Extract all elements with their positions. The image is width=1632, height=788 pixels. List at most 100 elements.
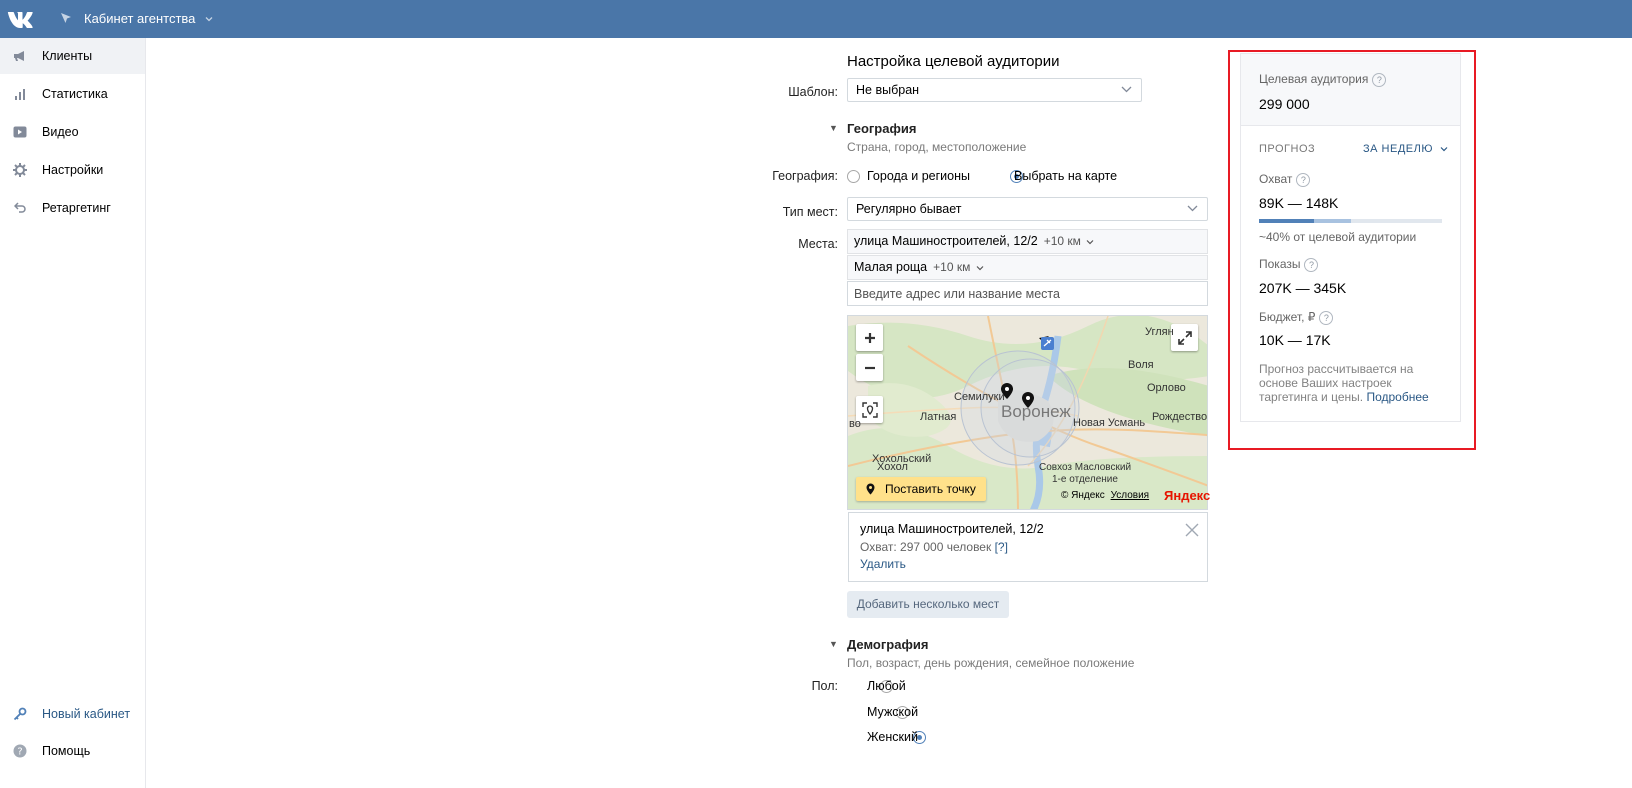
forecast-note-line: Прогноз рассчитывается на: [1259, 362, 1414, 376]
svg-text:?: ?: [17, 747, 22, 758]
video-icon: [12, 124, 28, 140]
help-icon[interactable]: ?: [1319, 310, 1334, 325]
selected-place-reach: Охват: 297 000 человек [?]: [860, 540, 1008, 554]
map-label-city: Воронеж: [1001, 402, 1071, 421]
map-label: Воля: [1128, 359, 1154, 371]
radio-gender-any-label[interactable]: Любой: [867, 679, 906, 693]
gear-icon: [12, 162, 28, 178]
top-bar: Кабинет агентства: [0, 0, 1632, 38]
map-label: Хохол: [877, 461, 908, 473]
megaphone-icon: [12, 48, 28, 64]
help-icon[interactable]: ?: [1372, 72, 1387, 87]
yandex-logo[interactable]: Яндекс: [1164, 488, 1210, 503]
map-terms-link[interactable]: Условия: [1111, 490, 1150, 501]
chevron-down-icon: [1440, 147, 1447, 152]
reach-value: 89K — 148K: [1259, 195, 1339, 211]
forecast-note-line: основе Ваших настроек: [1259, 376, 1392, 390]
bar-chart-icon: [12, 86, 28, 102]
sidebar-item-statistics[interactable]: Статистика: [0, 76, 145, 112]
forecast-panel: Целевая аудитория? 299 000 ПРОГНОЗ ЗА НЕ…: [1240, 53, 1461, 422]
put-point-label: Поставить точку: [885, 482, 976, 496]
page-title: Настройка целевой аудитории: [847, 53, 1060, 70]
geography-heading[interactable]: География: [847, 121, 916, 136]
address-input[interactable]: [847, 281, 1208, 306]
gender-label: Пол:: [811, 679, 838, 693]
impressions-label-text: Показы: [1259, 257, 1301, 271]
add-multiple-places-button[interactable]: Добавить несколько мест: [847, 591, 1009, 618]
period-dropdown[interactable]: ЗА НЕДЕЛЮ: [1363, 143, 1448, 155]
place-type-select[interactable]: Регулярно бывает: [847, 197, 1208, 221]
chevron-down-icon[interactable]: [976, 265, 984, 271]
reach-help-link[interactable]: [?]: [995, 540, 1008, 554]
chevron-down-icon: [1187, 205, 1198, 212]
budget-value: 10K — 17K: [1259, 332, 1331, 348]
sidebar-item-new-cabinet[interactable]: Новый кабинет: [0, 696, 145, 732]
place-row[interactable]: улица Машиностроителей, 12/2 +10 км: [847, 229, 1208, 254]
impressions-label: Показы?: [1259, 257, 1319, 272]
zoom-in-button[interactable]: [856, 324, 883, 351]
place-name: улица Машиностроителей, 12/2: [854, 234, 1038, 248]
cabinet-title[interactable]: Кабинет агентства: [84, 11, 195, 26]
cursor-arrow-icon: [61, 13, 71, 23]
close-icon[interactable]: [1185, 523, 1199, 537]
yandex-logo-text: Яндекс: [1164, 488, 1211, 503]
sidebar-item-clients[interactable]: Клиенты: [0, 38, 145, 74]
fullscreen-button[interactable]: [1171, 324, 1198, 351]
delete-place-link[interactable]: Удалить: [860, 557, 906, 571]
radio-cities-label[interactable]: Города и регионы: [867, 169, 970, 183]
budget-label: Бюджет, ₽?: [1259, 310, 1334, 325]
sidebar-item-label: Настройки: [42, 163, 104, 177]
sidebar-item-label: Видео: [42, 125, 79, 139]
help-icon[interactable]: ?: [1304, 257, 1319, 272]
chevron-down-icon[interactable]: [205, 16, 213, 22]
vk-logo-icon[interactable]: [7, 9, 35, 29]
map-label: Совхоз Масловский: [1039, 462, 1132, 473]
help-icon: ?: [12, 743, 28, 759]
map-label: Углян: [1145, 326, 1174, 338]
collapse-triangle-icon[interactable]: ▼: [829, 639, 838, 649]
reach-label-text: Охват: [1259, 172, 1293, 186]
geography-subheading: Страна, город, местоположение: [847, 140, 1027, 154]
sidebar-item-video[interactable]: Видео: [0, 114, 145, 150]
impressions-value: 207K — 345K: [1259, 280, 1347, 296]
demography-heading[interactable]: Демография: [847, 637, 928, 652]
sidebar-item-label: Помощь: [42, 744, 91, 758]
map-label: 1-е отделение: [1052, 474, 1118, 485]
forecast-note: Прогноз рассчитывается на основе Ваших н…: [1259, 362, 1429, 404]
sidebar-item-settings[interactable]: Настройки: [0, 152, 145, 188]
zoom-out-button[interactable]: [856, 354, 883, 381]
template-label: Шаблон:: [788, 85, 838, 99]
radio-gender-male-label[interactable]: Мужской: [867, 705, 918, 719]
reach-bar-low: [1259, 219, 1314, 223]
radio-map-label[interactable]: Выбрать на карте: [1014, 169, 1117, 183]
place-row[interactable]: Малая роща +10 км: [847, 255, 1208, 280]
sidebar-item-label: Ретаргетинг: [42, 201, 111, 215]
place-radius-dropdown[interactable]: +10 км: [1044, 234, 1081, 248]
copyright-text: © Яндекс: [1061, 490, 1105, 501]
chevron-down-icon: [1121, 86, 1132, 93]
map-label: во: [849, 418, 861, 430]
sidebar-item-retargeting[interactable]: Ретаргетинг: [0, 190, 145, 226]
places-label: Места:: [798, 237, 838, 251]
more-link[interactable]: Подробнее: [1366, 390, 1428, 404]
collapse-triangle-icon[interactable]: ▼: [829, 123, 838, 133]
forecast-label: ПРОГНОЗ: [1259, 143, 1316, 155]
undo-arrow-icon: [12, 200, 28, 216]
radio-gender-female-label[interactable]: Женский: [867, 730, 918, 744]
map-label: Орлово: [1147, 382, 1186, 394]
radio-cities[interactable]: [847, 170, 860, 183]
place-radius-dropdown[interactable]: +10 км: [933, 260, 970, 274]
reach-note: ~40% от целевой аудитории: [1259, 230, 1417, 244]
help-icon[interactable]: ?: [1296, 172, 1311, 187]
expand-icon: [1177, 330, 1192, 345]
budget-label-text: Бюджет, ₽: [1259, 310, 1316, 324]
put-point-button[interactable]: Поставить точку: [856, 477, 986, 501]
target-audience-block: Целевая аудитория? 299 000: [1241, 54, 1460, 126]
map-label: Новая Усмань: [1073, 417, 1146, 429]
sidebar-item-help[interactable]: ? Помощь: [0, 733, 145, 769]
place-name: Малая роща: [854, 260, 928, 274]
template-select[interactable]: Не выбран: [847, 78, 1142, 102]
demography-subheading: Пол, возраст, день рождения, семейное по…: [847, 656, 1135, 670]
map-label: Семилуки: [954, 391, 1005, 403]
chevron-down-icon[interactable]: [1086, 239, 1094, 245]
